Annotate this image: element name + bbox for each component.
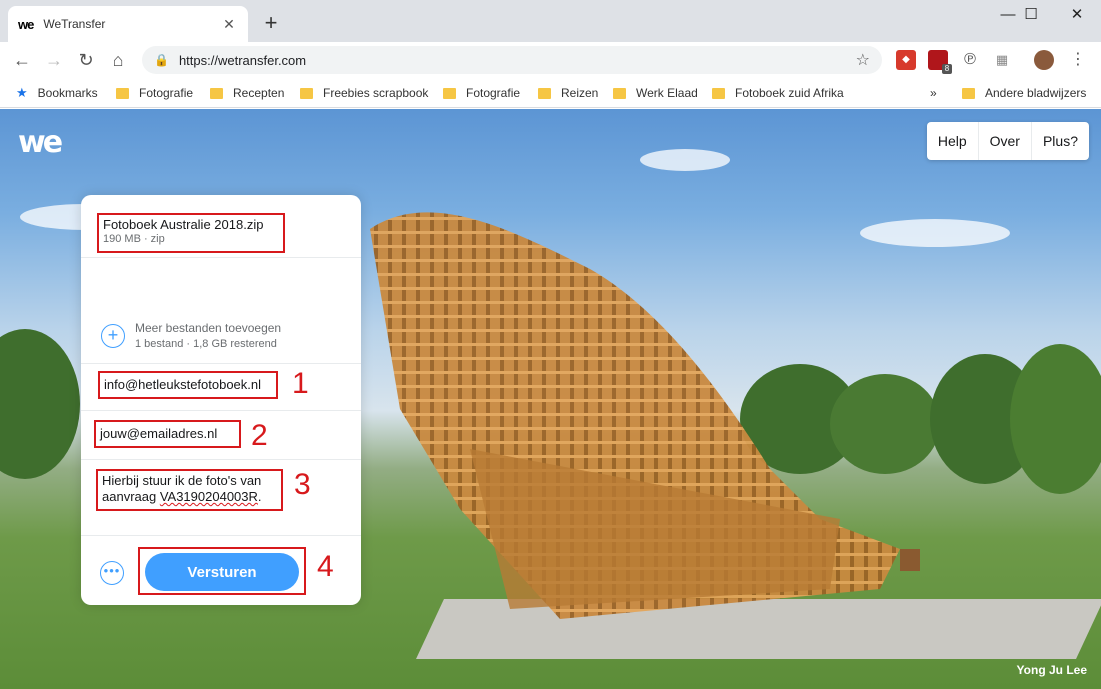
photo-credit[interactable]: Yong Ju Lee xyxy=(1017,663,1087,677)
message-line-1: Hierbij stuur ik de foto's van xyxy=(102,473,262,488)
message-line-2: aanvraag VA3190204003R. xyxy=(102,489,262,504)
folder-icon xyxy=(613,87,626,99)
bookmarks-overflow-icon[interactable]: » xyxy=(930,84,937,102)
top-menu: Help Over Plus? xyxy=(926,122,1089,160)
other-bookmarks[interactable]: Andere bladwijzers xyxy=(962,84,1086,102)
tree xyxy=(1010,344,1101,494)
bookmark-folder[interactable]: Werk Elaad xyxy=(613,84,698,102)
annotation-number: 4 xyxy=(317,550,334,583)
bookmarks-bar: ★ Bookmarks Fotografie Recepten Freebies … xyxy=(0,78,1101,108)
home-icon[interactable]: ⌂ xyxy=(106,48,130,72)
close-tab-icon[interactable]: ✕ xyxy=(220,16,238,33)
back-icon[interactable]: ← xyxy=(10,48,34,72)
close-window-icon[interactable]: ✕ xyxy=(1054,4,1100,26)
folder-icon xyxy=(538,87,551,99)
bookmark-folder[interactable]: Recepten xyxy=(210,84,284,102)
bookmark-folder[interactable]: Fotografie xyxy=(443,84,520,102)
more-options-icon[interactable]: ••• xyxy=(100,561,124,585)
annotation-number: 3 xyxy=(294,468,311,501)
transfer-panel: Fotoboek Australie 2018.zip 190 MB · zip… xyxy=(81,195,361,605)
divider xyxy=(81,363,361,364)
divider xyxy=(81,257,361,258)
folder-icon xyxy=(116,87,129,99)
pinterest-icon[interactable]: ℗ xyxy=(960,50,980,70)
spellcheck-word: VA3190204003R xyxy=(159,489,258,504)
add-more-files-button[interactable]: + Meer bestanden toevoegen 1 bestand · 1… xyxy=(101,321,281,350)
email-to-field[interactable]: info@hetleukstefotoboek.nl xyxy=(98,371,278,399)
chair-sculpture-image xyxy=(370,212,920,619)
wetransfer-favicon-icon: we xyxy=(18,16,34,32)
extension-icon[interactable]: ◆ xyxy=(896,50,916,70)
folder-icon xyxy=(962,87,975,99)
add-more-title: Meer bestanden toevoegen xyxy=(135,321,282,335)
tree xyxy=(0,329,80,479)
url-text: https://wetransfer.com xyxy=(178,52,307,68)
file-meta: 190 MB · zip xyxy=(103,233,165,245)
tab-strip: we WeTransfer ✕ + — ☐ ✕ xyxy=(0,0,1101,42)
bookmark-folder[interactable]: Fotografie xyxy=(116,84,193,102)
extension-badge: 8 xyxy=(942,64,952,74)
divider xyxy=(81,459,361,460)
navigation-bar: ← → ↻ ⌂ 🔒 https://wetransfer.com ☆ ◆ 8 ℗… xyxy=(0,42,1101,78)
send-highlight: Versturen xyxy=(138,547,306,595)
wetransfer-logo[interactable]: we xyxy=(18,125,63,160)
message-field[interactable]: Hierbij stuur ik de foto's van aanvraag … xyxy=(96,469,283,511)
lock-icon: 🔒 xyxy=(154,53,169,67)
menu-over[interactable]: Over xyxy=(977,122,1031,160)
folder-icon xyxy=(712,87,725,99)
menu-kebab-icon[interactable]: ⋮ xyxy=(1068,50,1088,70)
bookmark-item[interactable]: ★ Bookmarks xyxy=(16,84,98,102)
divider xyxy=(81,410,361,411)
address-bar[interactable]: 🔒 https://wetransfer.com ☆ xyxy=(142,46,882,74)
bookmark-star-icon[interactable]: ☆ xyxy=(856,50,870,70)
tab-title: WeTransfer xyxy=(43,17,106,31)
email-from-field[interactable]: jouw@emailadres.nl xyxy=(94,420,241,448)
ublock-icon[interactable]: 8 xyxy=(928,50,952,74)
bookmark-folder[interactable]: Reizen xyxy=(538,84,598,102)
extension-grid-icon[interactable]: ▦ xyxy=(992,50,1012,70)
wetransfer-page: we Help Over Plus? Yong Ju Lee Fotoboek … xyxy=(0,109,1101,689)
forward-icon[interactable]: → xyxy=(42,48,66,72)
maximize-icon[interactable]: ☐ xyxy=(1008,4,1054,26)
annotation-number: 2 xyxy=(251,419,268,452)
folder-icon xyxy=(210,87,223,99)
browser-tab[interactable]: we WeTransfer ✕ xyxy=(8,6,248,42)
annotation-number: 1 xyxy=(292,367,309,400)
file-name: Fotoboek Australie 2018.zip xyxy=(103,217,264,232)
new-tab-icon[interactable]: + xyxy=(260,10,282,36)
plus-circle-icon: + xyxy=(101,323,125,348)
star-icon: ★ xyxy=(16,85,28,100)
send-button[interactable]: Versturen xyxy=(145,553,299,591)
divider xyxy=(81,535,361,536)
folder-icon xyxy=(443,87,456,99)
profile-avatar-icon[interactable] xyxy=(1034,50,1054,70)
bookmark-folder[interactable]: Fotoboek zuid Afrika xyxy=(712,84,844,102)
reload-icon[interactable]: ↻ xyxy=(74,48,98,72)
file-item: Fotoboek Australie 2018.zip 190 MB · zip xyxy=(97,213,285,253)
menu-help[interactable]: Help xyxy=(927,122,978,160)
bookmark-folder[interactable]: Freebies scrapbook xyxy=(300,84,428,102)
cloud xyxy=(640,149,730,171)
folder-icon xyxy=(300,87,313,99)
menu-plus[interactable]: Plus? xyxy=(1030,122,1089,160)
add-more-subtitle: 1 bestand · 1,8 GB resterend xyxy=(135,338,277,350)
